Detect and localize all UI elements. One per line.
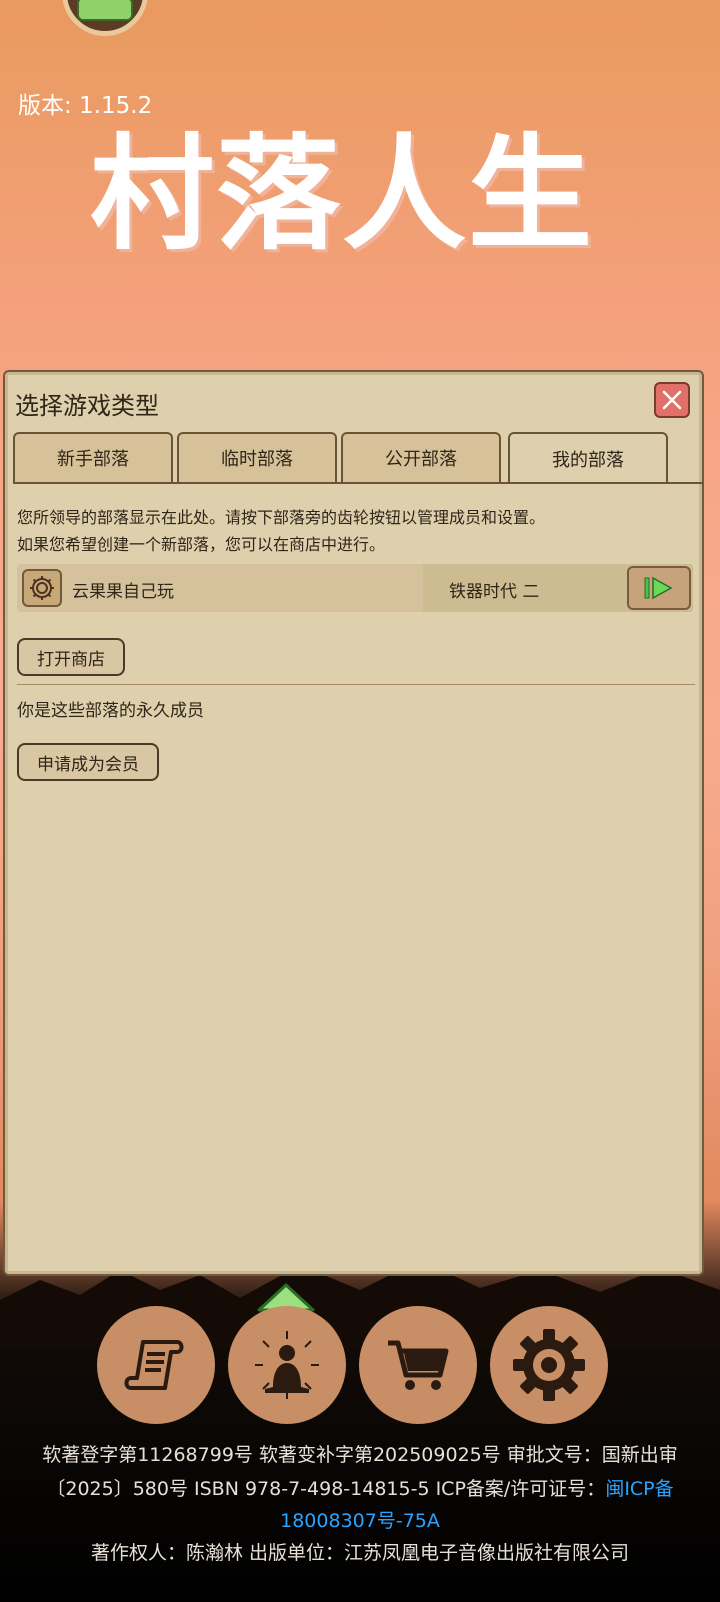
description-line-2: 如果您希望创建一个新部落，您可以在商店中进行。 [17, 535, 386, 554]
tribe-name: 云果果自己玩 [72, 582, 174, 602]
description: 您所领导的部落显示在此处。请按下部落旁的齿轮按钮以管理成员和设置。 如果您希望创… [17, 504, 545, 558]
tab-public[interactable]: 公开部落 [341, 432, 501, 482]
icp-link-number[interactable]: 18008307号-75A [280, 1510, 440, 1532]
settings-button[interactable] [490, 1306, 608, 1424]
tribe-era: 铁器时代 二 [449, 582, 540, 602]
tribe-row: 云果果自己玩 铁器时代 二 [17, 564, 693, 612]
enter-tribe-button[interactable] [627, 566, 691, 610]
cart-icon [388, 1340, 449, 1390]
scroll-icon [124, 1340, 184, 1390]
play-icon [644, 576, 673, 600]
member-label: 你是这些部落的永久成员 [17, 701, 204, 721]
tab-divider [13, 482, 703, 484]
icp-link[interactable]: 闽ICP备 [605, 1478, 673, 1500]
legal-line-1: 软著登字第11268799号 软著变补字第202509025号 审批文号：国新出… [42, 1444, 678, 1466]
meditate-icon [255, 1331, 319, 1399]
legal-line-4: 著作权人：陈瀚林 出版单位：江苏凤凰电子音像出版社有限公司 [90, 1542, 630, 1564]
close-icon [662, 390, 682, 410]
tab-beginner[interactable]: 新手部落 [13, 432, 173, 482]
legal-line-3: 18008307号-75A [0, 1506, 720, 1533]
quests-button[interactable] [97, 1306, 215, 1424]
apply-member-button[interactable]: 申请成为会员 [17, 743, 159, 781]
legal-line-2-text: 〔2025〕580号 ISBN 978-7-498-14815-5 ICP备案/… [46, 1478, 606, 1500]
tribe-settings-button[interactable] [22, 569, 62, 607]
tab-bar: 新手部落 临时部落 公开部落 我的部落 [13, 432, 700, 484]
close-button[interactable] [654, 382, 690, 418]
description-line-1: 您所领导的部落显示在此处。请按下部落旁的齿轮按钮以管理成员和设置。 [17, 508, 546, 527]
open-shop-button[interactable]: 打开商店 [17, 638, 125, 676]
legal-line-2: 〔2025〕580号 ISBN 978-7-498-14815-5 ICP备案/… [0, 1474, 720, 1501]
tab-temporary[interactable]: 临时部落 [177, 432, 337, 482]
game-type-panel: 选择游戏类型 新手部落 临时部落 公开部落 我的部落 您所领导的部落显示在此处。… [3, 370, 704, 1276]
shop-button[interactable] [359, 1306, 477, 1424]
meditate-button[interactable] [228, 1306, 346, 1424]
gear-icon [30, 576, 54, 600]
section-divider [17, 684, 695, 685]
tab-my-tribe[interactable]: 我的部落 [508, 432, 668, 484]
version-label: 版本: 1.15.2 [18, 93, 153, 119]
game-logo: 村落人生 [90, 123, 595, 267]
settings-icon [513, 1329, 585, 1401]
panel-title: 选择游戏类型 [15, 392, 159, 420]
